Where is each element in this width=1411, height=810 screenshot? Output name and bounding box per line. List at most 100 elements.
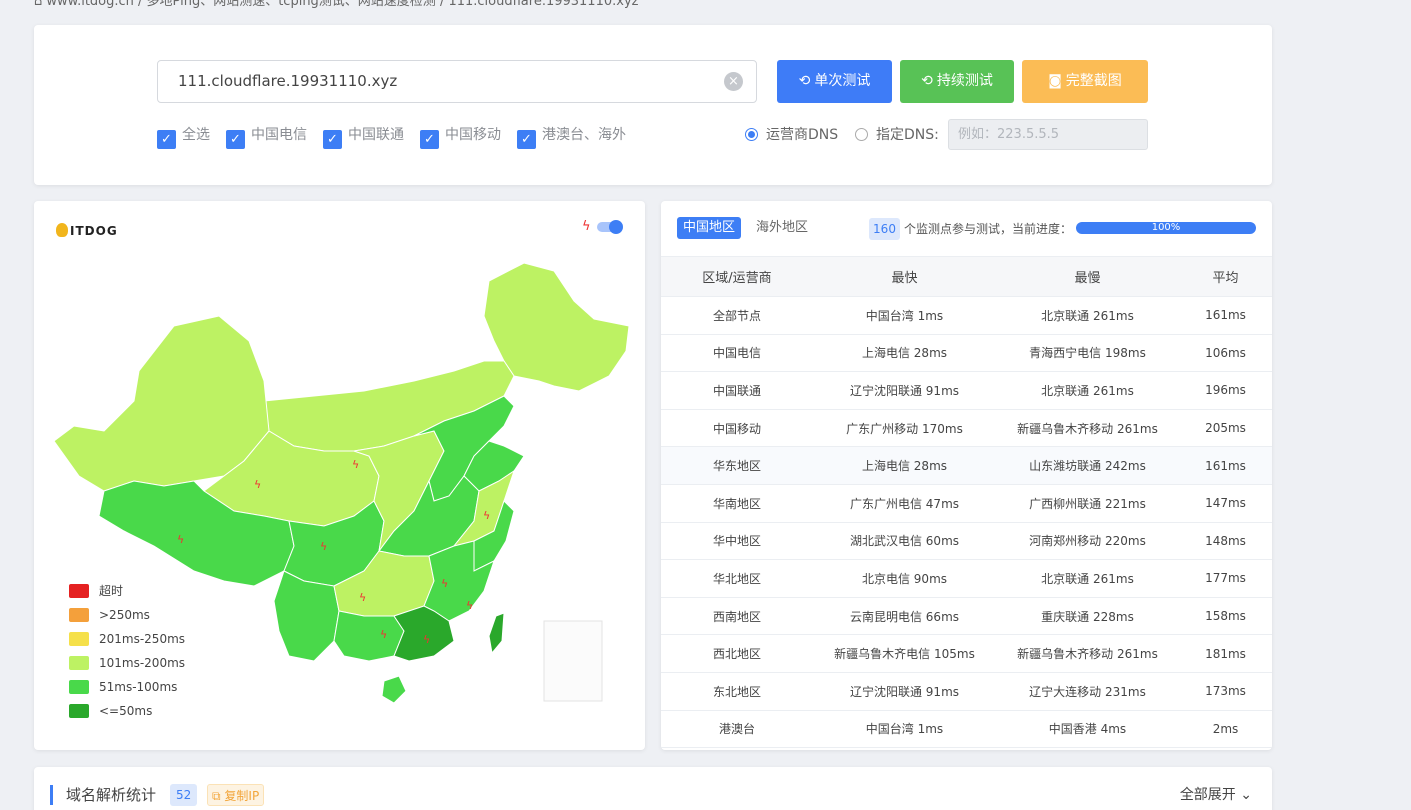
lightning-icon: ϟ (423, 633, 430, 646)
table-cell: 158ms (1179, 597, 1272, 636)
table-cell: 106ms (1179, 334, 1272, 373)
table-cell: 广东广州电信 47ms (813, 484, 996, 523)
copy-ip-button[interactable]: ⧉ 复制IP (207, 784, 265, 806)
expand-all-button[interactable]: 全部展开 ⌄ (1180, 785, 1252, 805)
south-china-sea-inset (543, 620, 603, 702)
legend-item: <=50ms (69, 704, 185, 728)
lightning-icon: ϟ (177, 533, 184, 546)
lightning-icon: ϟ (352, 458, 359, 471)
legend-item: 超时 (69, 584, 185, 608)
column-header: 最快 (813, 256, 996, 297)
checkbox-telecom[interactable]: ✓ 中国电信 (226, 125, 307, 149)
chevron-down-icon: ⌄ (1240, 787, 1252, 803)
custom-dns-input[interactable]: 例如：223.5.5.5 (948, 119, 1148, 150)
table-cell: 新疆乌鲁木齐移动 261ms (996, 409, 1179, 448)
stats-table: 区域/运营商 最快 最慢 平均 全部节点 中国台湾 1ms 北京联通 261ms 16… (661, 256, 1272, 749)
table-cell: 西北地区 (661, 634, 813, 673)
table-cell: 173ms (1179, 672, 1272, 711)
breadcrumb: ⌂ www.itdog.cn / 多地Ping、网站测速、tcping测试、网站… (34, 0, 639, 9)
table-row: 全部节点 中国台湾 1ms 北京联通 261ms 161ms (661, 296, 1272, 335)
legend-item: >250ms (69, 608, 185, 632)
continuous-test-button[interactable]: ⟲ 持续测试 (900, 60, 1014, 103)
radio-custom-dns[interactable]: 指定DNS: (855, 125, 939, 145)
table-cell: 147ms (1179, 484, 1272, 523)
table-cell: 辽宁大连移动 231ms (996, 672, 1179, 711)
column-header: 区域/运营商 (661, 256, 813, 297)
lightning-icon: ϟ (380, 628, 387, 641)
lightning-icon: ϟ (254, 478, 261, 491)
table-cell: 中国移动 (661, 409, 813, 448)
table-row: 华中地区 湖北武汉电信 60ms 河南郑州移动 220ms 148ms (661, 522, 1272, 561)
table-cell: 河南郑州移动 220ms (996, 522, 1179, 561)
table-cell: 148ms (1179, 522, 1272, 561)
table-cell: 中国香港 4ms (996, 710, 1179, 749)
checkbox-unicom[interactable]: ✓ 中国联通 (323, 125, 404, 149)
column-header: 平均 (1179, 256, 1272, 297)
table-cell: 青海西宁电信 198ms (996, 334, 1179, 373)
legend-item: 201ms-250ms (69, 632, 185, 656)
single-test-button[interactable]: ⟲ 单次测试 (777, 60, 892, 103)
table-cell: 161ms (1179, 296, 1272, 335)
checkbox-mobile[interactable]: ✓ 中国移动 (420, 125, 501, 149)
clear-icon[interactable]: × (724, 72, 743, 91)
table-cell: 北京电信 90ms (813, 559, 996, 598)
table-cell: 辽宁沈阳联通 91ms (813, 371, 996, 410)
table-row: 东北地区 辽宁沈阳联通 91ms 辽宁大连移动 231ms 173ms (661, 672, 1272, 711)
table-cell: 新疆乌鲁木齐移动 261ms (996, 634, 1179, 673)
table-cell: 华中地区 (661, 522, 813, 561)
checkbox-checked-icon: ✓ (517, 130, 536, 149)
domain-input[interactable]: 111.cloudflare.19931110.xyz (157, 60, 757, 103)
node-count-text: 个监测点参与测试，当前进度： (904, 222, 1073, 236)
tab-china[interactable]: 中国地区 (677, 217, 742, 239)
table-cell: 广东广州移动 170ms (813, 409, 996, 448)
latency-stats-panel: 中国地区 海外地区 160 个监测点参与测试，当前进度： 100% 区域/运营商… (661, 201, 1272, 750)
refresh-icon: ⟲ (921, 73, 933, 89)
tab-overseas[interactable]: 海外地区 (756, 217, 808, 239)
column-header: 最慢 (996, 256, 1179, 297)
table-cell: 中国台湾 1ms (813, 710, 996, 749)
checkbox-checked-icon: ✓ (157, 130, 176, 149)
table-row: 中国电信 上海电信 28ms 青海西宁电信 198ms 106ms (661, 334, 1272, 373)
camera-icon: ◙ (1048, 73, 1062, 89)
checkbox-checked-icon: ✓ (226, 130, 245, 149)
table-row: 港澳台 中国台湾 1ms 中国香港 4ms 2ms (661, 710, 1272, 749)
table-header-row: 区域/运营商 最快 最慢 平均 (661, 256, 1272, 297)
radio-isp-dns[interactable]: 运营商DNS (745, 125, 838, 145)
map-region-guangxi (333, 610, 405, 662)
table-row: 华南地区 广东广州电信 47ms 广西柳州联通 221ms 147ms (661, 484, 1272, 523)
table-cell: 2ms (1179, 710, 1272, 749)
checkbox-checked-icon: ✓ (420, 130, 439, 149)
table-cell: 华北地区 (661, 559, 813, 598)
table-cell: 山东潍坊联通 242ms (996, 446, 1179, 485)
table-cell: 湖北武汉电信 60ms (813, 522, 996, 561)
map-region-taiwan (488, 612, 505, 655)
table-cell: 196ms (1179, 371, 1272, 410)
table-cell: 上海电信 28ms (813, 446, 996, 485)
progress-fill: 100% (1076, 222, 1256, 234)
refresh-icon: ⟲ (798, 73, 811, 89)
legend-item: 101ms-200ms (69, 656, 185, 680)
table-cell: 中国联通 (661, 371, 813, 410)
table-cell: 辽宁沈阳联通 91ms (813, 672, 996, 711)
checkbox-select-all[interactable]: ✓ 全选 (157, 125, 210, 149)
checkbox-hk-overseas[interactable]: ✓ 港澳台、海外 (517, 125, 626, 149)
table-cell: 205ms (1179, 409, 1272, 448)
table-cell: 新疆乌鲁木齐电信 105ms (813, 634, 996, 673)
dns-resolution-panel: 域名解析统计 52 ⧉ 复制IP 全部展开 ⌄ (34, 767, 1272, 810)
lightning-icon: ϟ (441, 577, 448, 590)
dns-section-title: 域名解析统计 (50, 785, 156, 805)
table-cell: 云南昆明电信 66ms (813, 597, 996, 636)
table-cell: 北京联通 261ms (996, 559, 1179, 598)
node-count-badge: 160 (869, 218, 900, 240)
legend-item: 51ms-100ms (69, 680, 185, 704)
table-row: 中国移动 广东广州移动 170ms 新疆乌鲁木齐移动 261ms 205ms (661, 409, 1272, 448)
checkbox-checked-icon: ✓ (323, 130, 342, 149)
table-cell: 177ms (1179, 559, 1272, 598)
copy-icon: ⧉ (212, 789, 221, 803)
lightning-icon: ϟ (466, 599, 473, 612)
table-cell: 中国电信 (661, 334, 813, 373)
lightning-icon: ϟ (359, 591, 366, 604)
screenshot-button[interactable]: ◙ 完整截图 (1022, 60, 1148, 103)
latency-map-panel: ITDOG ϟ ϟ ϟ ϟ ϟ ϟ ϟ ϟ ϟ ϟ ϟ 超时 >250ms 20… (34, 201, 645, 750)
table-cell: 东北地区 (661, 672, 813, 711)
